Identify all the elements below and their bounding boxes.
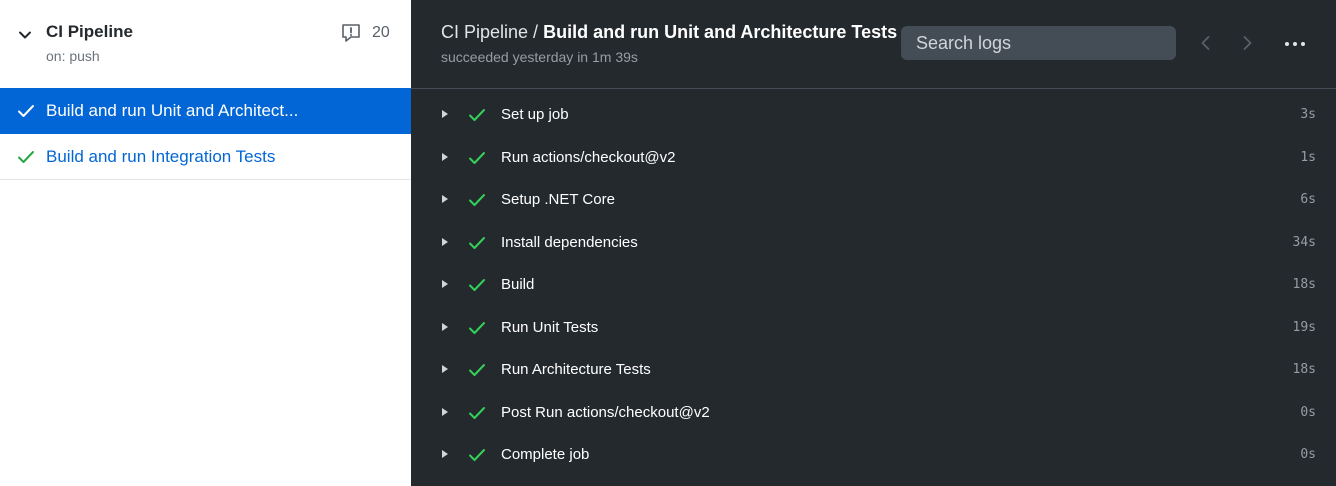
check-icon: [469, 109, 485, 121]
step-duration: 3s: [1300, 107, 1316, 122]
job-title: Build and run Unit and Architecture Test…: [543, 22, 898, 42]
search-logs-input[interactable]: [901, 26, 1176, 60]
step-duration: 0s: [1300, 447, 1316, 462]
caret-right-icon: [442, 365, 448, 373]
step-row[interactable]: Run Architecture Tests 18s: [411, 349, 1336, 392]
step-name: Install dependencies: [501, 233, 638, 251]
steps-list: Set up job 3s Run actions/checkout@v2 1s…: [411, 94, 1336, 477]
check-icon: [469, 449, 485, 461]
step-row[interactable]: Complete job 0s: [411, 434, 1336, 477]
step-row[interactable]: Post Run actions/checkout@v2 0s: [411, 392, 1336, 435]
caret-right-icon: [442, 322, 448, 331]
step-row[interactable]: Set up job 3s: [411, 94, 1336, 137]
annotation-count: 20: [372, 24, 390, 41]
step-duration: 0s: [1300, 404, 1316, 420]
check-icon: [469, 321, 485, 334]
step-name: Post Run actions/checkout@v2: [501, 403, 710, 421]
check-icon: [469, 194, 485, 206]
step-duration: 34s: [1292, 234, 1316, 250]
workflow-crumb[interactable]: CI Pipeline /: [441, 22, 538, 42]
step-duration: 1s: [1300, 149, 1316, 165]
workflow-trigger: on: push: [46, 48, 100, 64]
step-row[interactable]: Setup .NET Core 6s: [411, 179, 1336, 222]
caret-right-icon: [442, 407, 448, 416]
job-log-panel: CI Pipeline / Build and run Unit and Arc…: [411, 0, 1336, 486]
step-duration: 6s: [1300, 192, 1316, 207]
caret-right-icon: [442, 195, 448, 203]
chevron-down-icon[interactable]: [18, 28, 32, 42]
caret-right-icon: [442, 280, 448, 288]
workflow-title: CI Pipeline: [46, 22, 133, 41]
caret-right-icon: [442, 152, 448, 161]
step-duration: 18s: [1292, 362, 1316, 377]
check-icon: [469, 236, 485, 249]
run-status: succeeded yesterday in 1m 39s: [441, 49, 638, 65]
caret-right-icon: [442, 110, 448, 118]
check-icon: [469, 151, 485, 164]
step-name: Setup .NET Core: [501, 191, 615, 208]
chevron-left-icon[interactable]: [1198, 34, 1214, 52]
caret-right-icon: [442, 450, 448, 458]
check-icon: [469, 364, 485, 376]
log-header: CI Pipeline / Build and run Unit and Arc…: [411, 0, 1336, 89]
comment-exclamation-icon: [342, 24, 360, 42]
job-item-unit-architecture[interactable]: Build and run Unit and Architect...: [0, 88, 411, 134]
step-duration: 18s: [1292, 277, 1316, 292]
step-row[interactable]: Build 18s: [411, 264, 1336, 307]
breadcrumb: CI Pipeline / Build and run Unit and Arc…: [441, 22, 897, 43]
workflow-sidebar: CI Pipeline on: push 20 Build and run Un…: [0, 0, 411, 486]
step-name: Set up job: [501, 106, 569, 123]
step-name: Run Unit Tests: [501, 318, 599, 336]
chevron-right-icon[interactable]: [1239, 34, 1255, 52]
step-name: Run Architecture Tests: [501, 361, 651, 378]
step-name: Run actions/checkout@v2: [501, 148, 676, 166]
caret-right-icon: [442, 237, 448, 246]
check-icon: [18, 151, 34, 163]
job-label: Build and run Unit and Architect...: [46, 101, 299, 120]
step-name: Build: [501, 276, 535, 293]
step-row[interactable]: Run actions/checkout@v2 1s: [411, 137, 1336, 180]
step-row[interactable]: Install dependencies 34s: [411, 222, 1336, 265]
annotations-button[interactable]: 20: [340, 22, 390, 44]
check-icon: [469, 279, 485, 291]
job-item-integration[interactable]: Build and run Integration Tests: [0, 134, 411, 180]
step-row[interactable]: Run Unit Tests 19s: [411, 307, 1336, 350]
check-icon: [469, 406, 485, 419]
check-icon: [18, 105, 34, 117]
workflow-header: CI Pipeline on: push 20: [0, 0, 411, 88]
kebab-horizontal-icon[interactable]: [1283, 34, 1307, 52]
job-label: Build and run Integration Tests: [46, 147, 276, 166]
step-name: Complete job: [501, 446, 590, 463]
step-duration: 19s: [1292, 319, 1316, 335]
